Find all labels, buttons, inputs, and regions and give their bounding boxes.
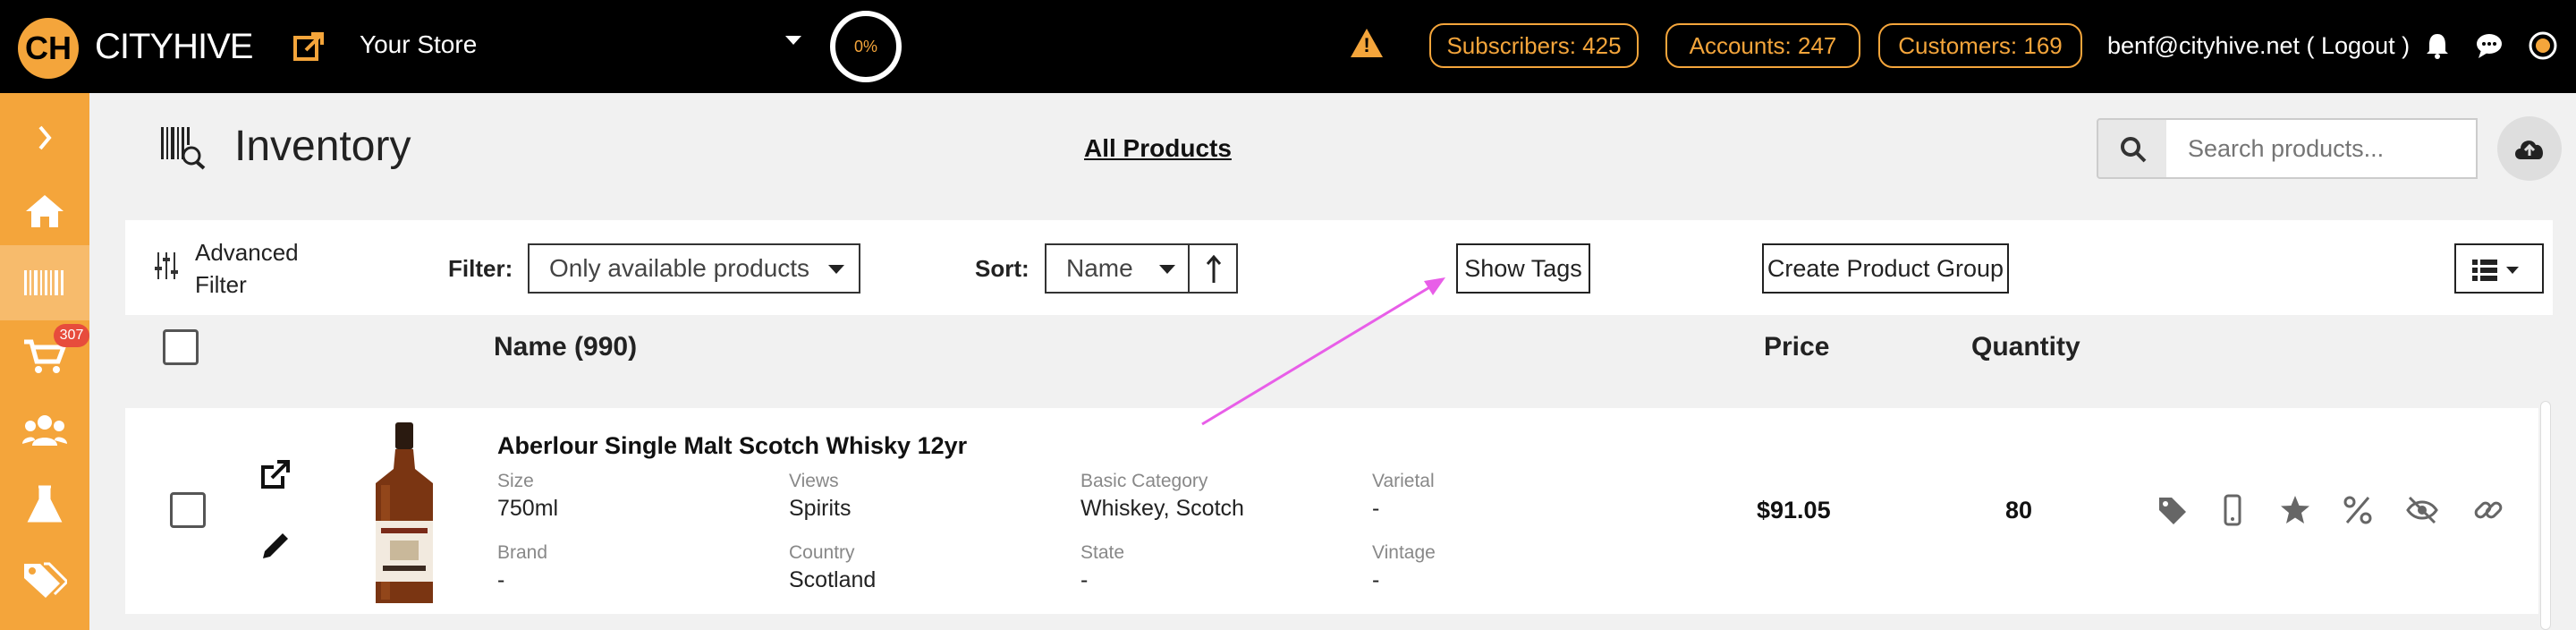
chevron-down-icon [828,265,844,274]
chat-icon[interactable] [2474,30,2504,61]
quantity-value[interactable]: 80 [2005,494,2032,526]
status-indicator-icon[interactable] [2528,30,2558,61]
select-all-checkbox[interactable] [163,329,199,365]
flask-icon [27,485,63,523]
sort-select[interactable]: Name [1045,243,1191,294]
store-switch-icon[interactable] [292,29,327,64]
chevron-down-icon [1159,265,1175,274]
external-link-icon[interactable] [259,458,292,490]
price-value[interactable]: $91.05 [1757,494,1831,526]
star-icon[interactable] [2279,494,2311,526]
list-view-icon [2472,260,2519,281]
view-mode-button[interactable] [2454,243,2544,294]
sidebar-item-home[interactable] [0,174,89,249]
country-label: Country [789,542,855,563]
state-value: - [1080,567,1089,592]
column-header-quantity[interactable]: Quantity [1971,329,2080,365]
page-title: Inventory [234,123,411,170]
top-bar: CH CITYHIVE Your Store 0% ! Subscribers:… [0,0,2576,93]
state-label: State [1080,542,1125,563]
scrollbar-thumb[interactable] [2540,401,2551,630]
barcode-icon [24,270,64,295]
product-image[interactable] [363,421,445,609]
advanced-filter-button[interactable]: Advanced Filter [195,236,320,301]
upload-button[interactable] [2497,116,2562,181]
show-tags-button[interactable]: Show Tags [1456,243,1590,294]
table-row[interactable]: Aberlour Single Malt Scotch Whisky 12yr … [125,408,2553,614]
sidebar: 307 [0,93,89,630]
sort-label: Sort: [975,255,1030,282]
accounts-count-button[interactable]: Accounts: 247 [1665,23,1860,68]
vintage-value: - [1372,567,1380,592]
bell-icon[interactable] [2422,30,2453,61]
all-products-link[interactable]: All Products [1084,131,1232,166]
search-button[interactable] [2097,118,2168,179]
store-dropdown-caret-icon[interactable] [785,36,801,45]
size-value: 750ml [497,496,559,521]
vintage-label: Vintage [1372,542,1436,563]
sidebar-item-lab[interactable] [0,467,89,542]
customers-count-button[interactable]: Customers: 169 [1878,23,2082,68]
filter-select-value: Only available products [549,254,810,282]
user-logout-link[interactable]: benf@cityhive.net ( Logout ) [2107,27,2410,64]
country-value: Scotland [789,567,877,592]
cityhive-logo-icon[interactable]: CH [18,18,79,79]
views-label: Views [789,471,839,491]
varietal-value: - [1372,496,1380,521]
discount-percent-icon[interactable] [2342,494,2374,526]
sort-select-value: Name [1066,254,1133,282]
brand-value: - [497,567,505,592]
mobile-icon[interactable] [2216,494,2249,526]
orders-count-badge: 307 [54,324,89,347]
product-name[interactable]: Aberlour Single Malt Scotch Whisky 12yr [497,430,967,462]
logo-text[interactable]: CITYHIVE [95,25,253,68]
category-value: Whiskey, Scotch [1080,496,1244,521]
store-name[interactable]: Your Store [360,27,477,63]
sidebar-item-customers[interactable] [0,394,89,469]
hide-eye-icon[interactable] [2406,494,2438,526]
warning-icon[interactable]: ! [1351,29,1383,57]
create-product-group-button[interactable]: Create Product Group [1762,243,2009,294]
users-icon [22,415,67,446]
filter-label: Filter: [448,255,513,282]
views-value: Spirits [789,496,852,521]
row-checkbox[interactable] [170,492,206,528]
category-label: Basic Category [1080,471,1208,491]
cloud-upload-icon [2515,140,2544,159]
sidebar-item-promotions[interactable] [0,542,89,617]
brand-label: Brand [497,542,548,563]
search-input[interactable] [2166,118,2478,179]
sliders-icon[interactable] [154,251,179,281]
tags-icon [24,562,67,598]
tag-icon[interactable] [2156,494,2188,526]
annotation-arrow [1201,277,1445,426]
link-icon[interactable] [2472,494,2504,526]
home-icon [26,195,64,227]
size-label: Size [497,471,534,491]
filter-select[interactable]: Only available products [528,243,860,294]
subscribers-count-button[interactable]: Subscribers: 425 [1429,23,1639,68]
sidebar-expand-button[interactable] [0,100,89,175]
inventory-search-icon [161,127,206,170]
column-header-name[interactable]: Name (990) [494,329,637,365]
varietal-label: Varietal [1372,471,1435,491]
search-icon [2121,137,2147,163]
edit-pencil-icon[interactable] [259,530,292,562]
setup-progress-ring[interactable]: 0% [830,11,902,82]
chevron-right-icon [38,125,52,150]
column-header-price[interactable]: Price [1764,329,1829,365]
sidebar-item-inventory[interactable] [0,245,89,320]
